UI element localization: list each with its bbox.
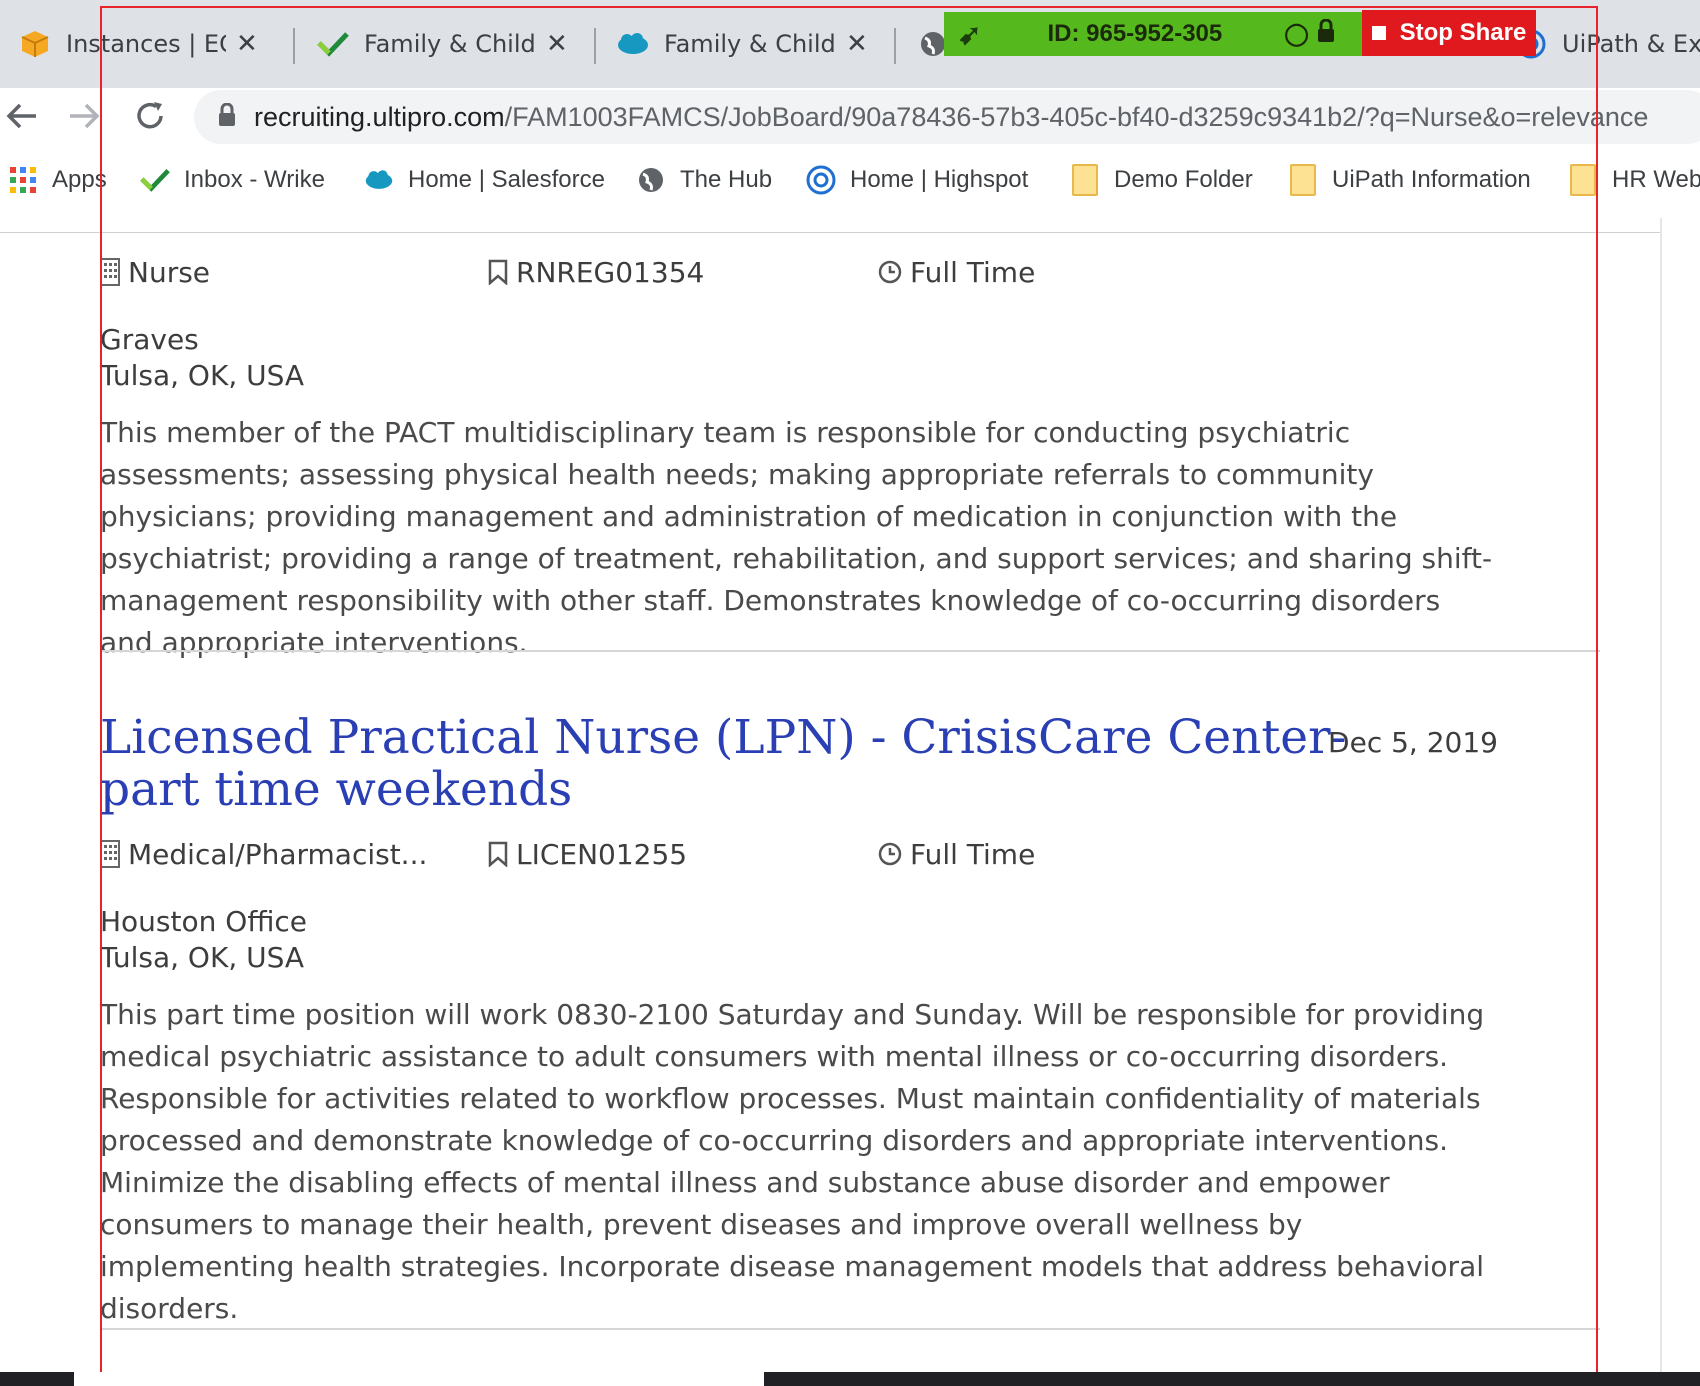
close-icon[interactable]: ✕	[546, 29, 568, 59]
bookmark-uipath-information[interactable]: UiPath Information	[1288, 158, 1531, 202]
bookmarks-bar: Apps Inbox - Wrike Home | Salesforce The…	[0, 158, 1700, 202]
tab-separator	[894, 28, 896, 64]
status-circle-icon: ◯	[1284, 21, 1309, 46]
job-category: Medical/Pharmacist...	[100, 838, 488, 871]
taskbar-strip	[0, 1372, 1700, 1386]
job-description: This member of the PACT multidisciplinar…	[100, 416, 1493, 659]
job-card: Licensed Practical Nurse (LPN) - CrisisC…	[100, 712, 1600, 1330]
close-icon[interactable]: ✕	[846, 29, 868, 59]
salesforce-cloud-icon	[364, 165, 394, 195]
tab-title: UiPath & Exp	[1562, 30, 1700, 58]
bookmark-home-highspot[interactable]: Home | Highspot	[806, 158, 1028, 202]
wrike-check-icon	[316, 27, 350, 61]
bookmark-label: Apps	[52, 166, 107, 193]
stop-share-button[interactable]: Stop Share	[1362, 10, 1536, 56]
job-location: Graves Tulsa, OK, USA	[100, 322, 1600, 394]
job-location-name: Houston Office	[100, 905, 308, 938]
job-req-id-text: LICEN01255	[516, 837, 688, 871]
job-category-text: Nurse	[128, 255, 211, 289]
globe-icon	[636, 165, 666, 195]
folder-icon	[1288, 164, 1318, 196]
url-text: recruiting.ultipro.com/FAM1003FAMCS/JobB…	[254, 102, 1648, 133]
clock-icon	[878, 840, 904, 868]
close-icon[interactable]: ✕	[236, 29, 258, 59]
bookmark-hr-web[interactable]: HR Web	[1568, 158, 1700, 202]
job-type: Full Time	[878, 256, 1035, 289]
stop-share-label: Stop Share	[1399, 19, 1527, 46]
right-sidebar	[1660, 218, 1700, 1386]
job-description: This part time position will work 0830-2…	[100, 998, 1485, 1325]
reload-icon[interactable]	[130, 96, 170, 136]
tab-separator	[293, 28, 295, 64]
job-req-id: RNREG01354	[488, 256, 878, 289]
bookmark-the-hub[interactable]: The Hub	[636, 158, 772, 202]
job-location: Houston Office Tulsa, OK, USA	[100, 904, 1600, 976]
job-type-text: Full Time	[910, 837, 1036, 871]
grab-handle-icon[interactable]: ➹	[958, 18, 981, 51]
job-type-text: Full Time	[910, 255, 1036, 289]
share-session-id: ID: 965-952-305	[1047, 20, 1223, 47]
job-card: Nurse RNREG01354 Full Time Graves Tulsa,…	[100, 252, 1600, 664]
url-host: recruiting.ultipro.com	[254, 101, 505, 132]
tab-family-children-salesforce[interactable]: Family & Children ✕	[616, 0, 868, 88]
job-category-text: Medical/Pharmacist...	[128, 837, 428, 871]
bookmark-label: HR Web	[1612, 166, 1700, 193]
job-meta-row: Nurse RNREG01354 Full Time	[100, 252, 1600, 292]
screen-share-bar: ➹ ID: 965-952-305 ◯	[944, 12, 1368, 56]
job-type: Full Time	[878, 838, 1035, 871]
bookmark-icon	[488, 840, 510, 868]
bookmark-label: UiPath Information	[1332, 166, 1531, 193]
bookmark-home-salesforce[interactable]: Home | Salesforce	[364, 158, 605, 202]
url-path: /FAM1003FAMCS/JobBoard/90a78436-57b3-405…	[504, 101, 1649, 132]
lock-icon	[1317, 18, 1335, 50]
address-bar[interactable]: recruiting.ultipro.com/FAM1003FAMCS/JobB…	[194, 90, 1700, 144]
job-divider	[100, 1328, 1600, 1330]
salesforce-cloud-icon	[616, 27, 650, 61]
folder-icon	[1568, 164, 1598, 196]
bookmark-label: Inbox - Wrike	[184, 166, 325, 193]
forward-arrow-icon[interactable]	[64, 96, 104, 136]
job-req-id-text: RNREG01354	[516, 255, 705, 289]
stop-square-icon	[1371, 26, 1386, 40]
job-location-city: Tulsa, OK, USA	[100, 359, 305, 392]
building-icon	[100, 258, 122, 286]
bookmark-inbox-wrike[interactable]: Inbox - Wrike	[140, 158, 325, 202]
lock-icon	[218, 102, 236, 131]
tab-separator	[594, 28, 596, 64]
wrike-check-icon	[140, 165, 170, 195]
tab-uipath[interactable]: UiPath & Exp	[1514, 0, 1700, 88]
job-divider	[100, 650, 1600, 652]
building-icon	[100, 840, 122, 868]
job-category: Nurse	[100, 256, 488, 289]
job-posted-date: Dec 5, 2019	[1328, 726, 1498, 759]
bookmark-label: The Hub	[680, 166, 773, 193]
tab-title: Instances | EC2 M	[66, 30, 226, 58]
back-arrow-icon[interactable]	[2, 96, 42, 136]
apps-grid-icon	[8, 165, 38, 195]
job-location-city: Tulsa, OK, USA	[100, 941, 305, 974]
highspot-icon	[806, 165, 836, 195]
taskbar-segment	[74, 1372, 764, 1386]
job-meta-row: Medical/Pharmacist... LICEN01255 Full Ti…	[100, 834, 1600, 874]
bookmark-label: Home | Salesforce	[408, 166, 605, 193]
tab-title: Family & Children	[664, 30, 836, 58]
job-title-line: part time weekends	[100, 762, 573, 817]
job-board-content: Nurse RNREG01354 Full Time Graves Tulsa,…	[0, 218, 1700, 1386]
tab-ec2[interactable]: Instances | EC2 M ✕	[18, 0, 258, 88]
bookmark-label: Demo Folder	[1114, 166, 1253, 193]
bookmark-demo-folder[interactable]: Demo Folder	[1070, 158, 1253, 202]
bookmark-icon	[488, 258, 510, 286]
tab-title: Family & Children	[364, 30, 536, 58]
tab-family-children-wrike[interactable]: Family & Children ✕	[316, 0, 568, 88]
aws-box-icon	[18, 27, 52, 61]
bookmark-apps[interactable]: Apps	[8, 158, 107, 202]
bookmark-label: Home | Highspot	[850, 166, 1029, 193]
job-location-name: Graves	[100, 323, 199, 356]
clock-icon	[878, 258, 904, 286]
job-req-id: LICEN01255	[488, 838, 878, 871]
folder-icon	[1070, 164, 1100, 196]
